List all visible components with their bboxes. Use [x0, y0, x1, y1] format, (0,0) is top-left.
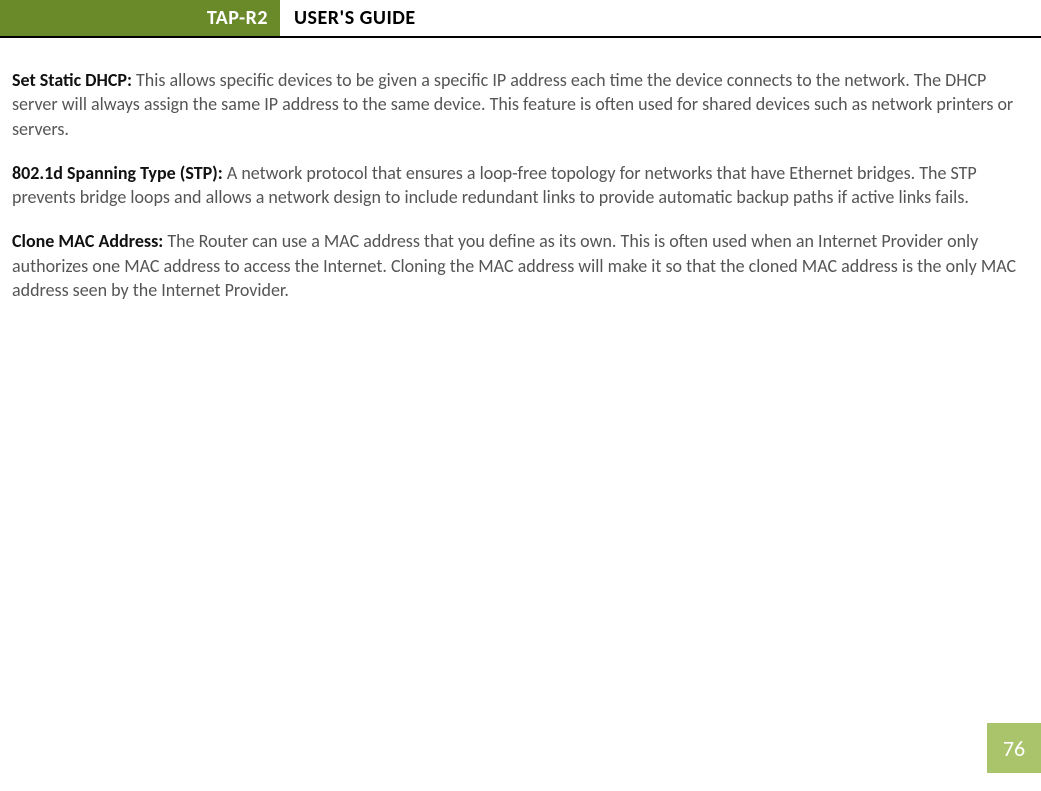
- page-header: TAP-R2 USER'S GUIDE: [0, 0, 1041, 38]
- product-badge: TAP-R2: [0, 0, 280, 36]
- page-number: 76: [987, 723, 1041, 773]
- section-body: This allows specific devices to be given…: [12, 69, 1013, 140]
- section-stp: 802.1d Spanning Type (STP): A network pr…: [12, 161, 1021, 210]
- page-content: Set Static DHCP: This allows specific de…: [0, 68, 1041, 302]
- section-clone-mac: Clone MAC Address: The Router can use a …: [12, 229, 1021, 302]
- section-body: The Router can use a MAC address that yo…: [12, 230, 1016, 301]
- section-static-dhcp: Set Static DHCP: This allows specific de…: [12, 68, 1021, 141]
- section-heading: Clone MAC Address:: [12, 230, 163, 252]
- section-heading: 802.1d Spanning Type (STP):: [12, 162, 223, 184]
- guide-title: USER'S GUIDE: [280, 0, 416, 36]
- section-heading: Set Static DHCP:: [12, 69, 132, 91]
